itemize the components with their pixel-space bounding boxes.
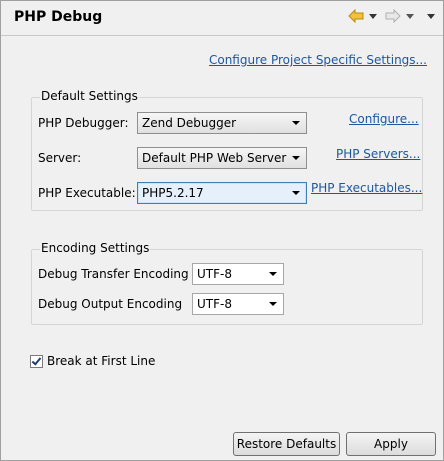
chevron-down-icon xyxy=(269,302,277,306)
encoding-settings-title: Encoding Settings xyxy=(40,241,151,255)
preferences-page: PHP Debug Configure Project Specific Set… xyxy=(0,0,444,461)
server-select[interactable]: Default PHP Web Server xyxy=(137,147,307,169)
php-debugger-select[interactable]: Zend Debugger xyxy=(137,112,307,134)
chevron-down-icon xyxy=(292,121,300,125)
debug-transfer-encoding-value: UTF-8 xyxy=(197,267,232,281)
restore-defaults-button[interactable]: Restore Defaults xyxy=(233,432,340,456)
chevron-down-icon xyxy=(406,13,414,19)
page-title: PHP Debug xyxy=(14,9,103,25)
forward-menu-button[interactable] xyxy=(403,13,414,19)
encoding-settings-group: Encoding Settings Debug Transfer Encodin… xyxy=(31,241,423,325)
php-executable-label: PHP Executable: xyxy=(38,186,136,200)
break-at-first-line-label: Break at First Line xyxy=(47,354,156,368)
debug-output-encoding-label: Debug Output Encoding xyxy=(38,297,183,311)
forward-button[interactable] xyxy=(385,9,401,23)
configure-project-settings-link[interactable]: Configure Project Specific Settings... xyxy=(209,53,427,67)
checkmark-icon xyxy=(30,354,43,368)
chevron-down-icon xyxy=(269,272,277,276)
debug-transfer-encoding-label: Debug Transfer Encoding xyxy=(38,267,189,281)
page-header: PHP Debug xyxy=(1,1,443,36)
break-at-first-line-checkbox[interactable]: Break at First Line xyxy=(30,354,155,368)
debug-output-encoding-select[interactable]: UTF-8 xyxy=(192,293,284,315)
php-servers-link[interactable]: PHP Servers... xyxy=(336,147,420,161)
chevron-down-icon xyxy=(292,156,300,160)
php-executable-value: PHP5.2.17 xyxy=(142,186,204,200)
back-menu-button[interactable] xyxy=(366,13,377,19)
default-settings-group: Default Settings PHP Debugger: Zend Debu… xyxy=(31,89,423,211)
navigation-toolbar xyxy=(342,9,439,23)
debug-output-encoding-value: UTF-8 xyxy=(197,297,232,311)
php-executables-link[interactable]: PHP Executables... xyxy=(311,181,422,195)
server-label: Server: xyxy=(38,151,82,165)
forward-arrow-icon xyxy=(385,9,401,23)
php-executable-select[interactable]: PHP5.2.17 xyxy=(137,182,307,204)
server-value: Default PHP Web Server xyxy=(142,151,287,165)
debug-transfer-encoding-select[interactable]: UTF-8 xyxy=(192,263,284,285)
view-menu-icon xyxy=(427,13,435,19)
view-menu-button[interactable] xyxy=(424,13,435,19)
php-debugger-label: PHP Debugger: xyxy=(38,116,129,130)
chevron-down-icon xyxy=(369,13,377,19)
apply-button[interactable]: Apply xyxy=(346,432,436,456)
configure-debugger-link[interactable]: Configure... xyxy=(349,112,419,126)
back-arrow-icon xyxy=(348,9,364,23)
default-settings-title: Default Settings xyxy=(40,89,139,103)
back-button[interactable] xyxy=(348,9,364,23)
chevron-down-icon xyxy=(292,191,300,195)
php-debugger-value: Zend Debugger xyxy=(142,116,237,130)
